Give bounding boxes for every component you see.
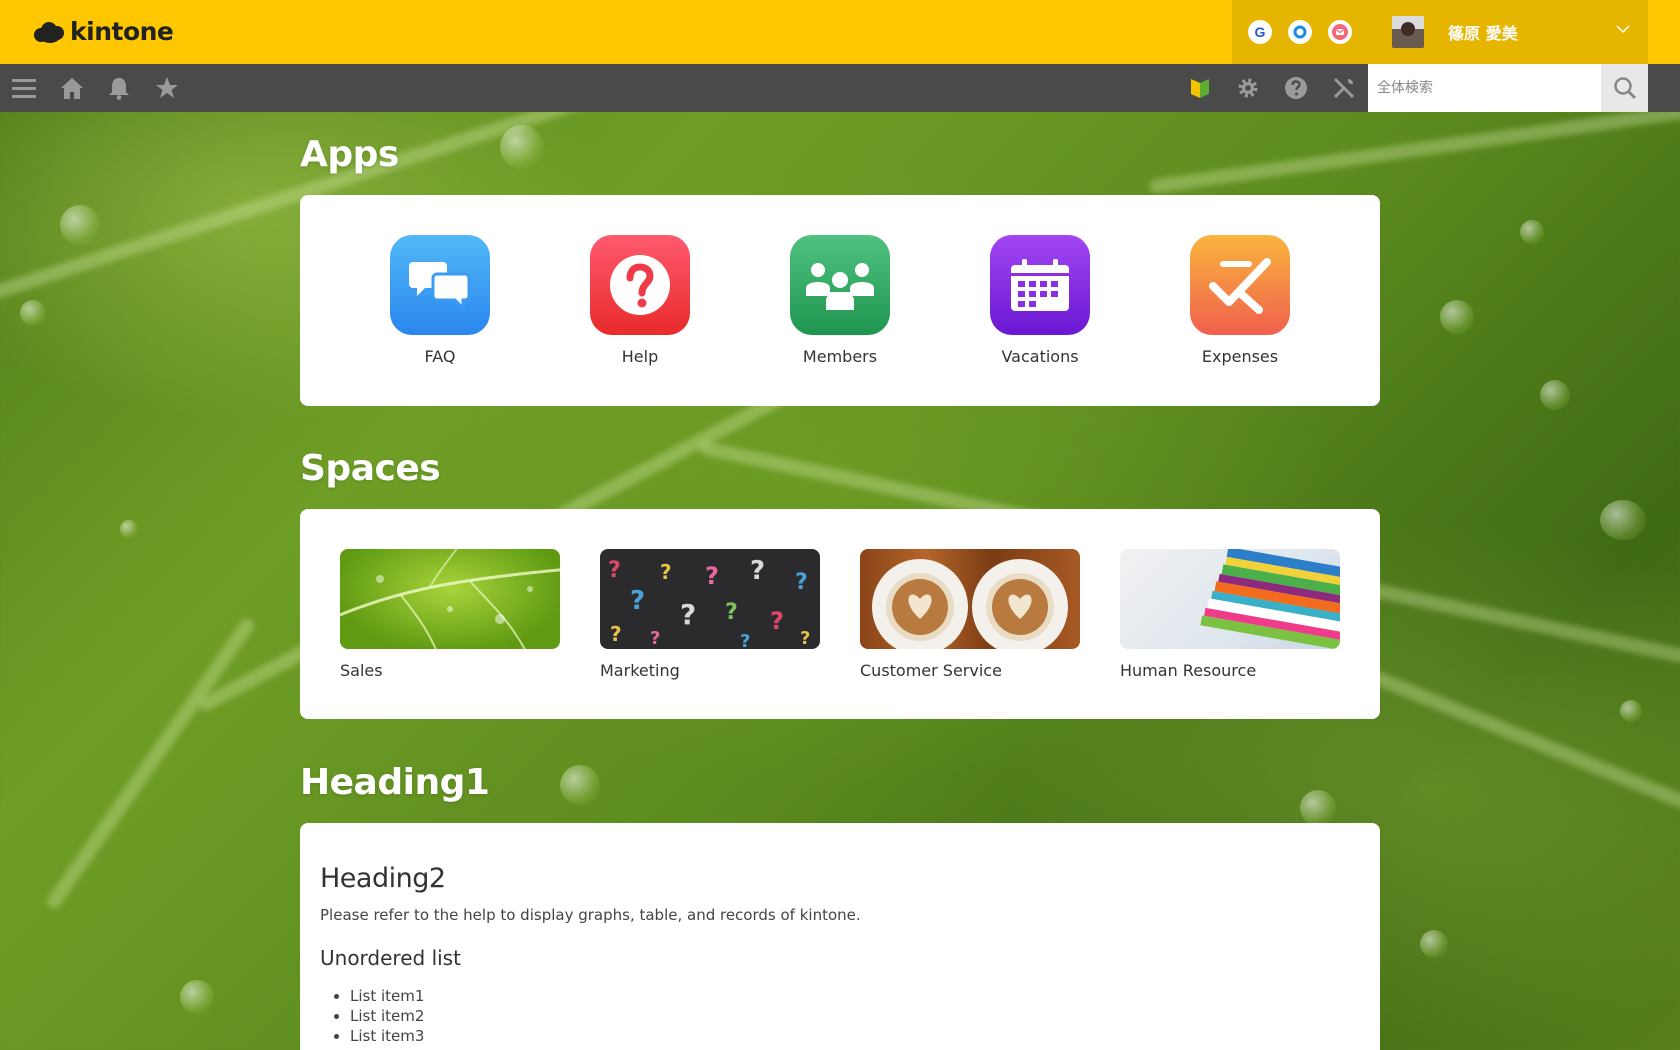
apps-panel: FAQ Help Members Vacations Expenses xyxy=(300,195,1380,406)
search-button[interactable] xyxy=(1601,64,1648,112)
outlook-service-icon[interactable] xyxy=(1288,20,1312,44)
spaces-section-title: Spaces xyxy=(300,448,441,489)
space-customer-service[interactable]: Customer Service xyxy=(860,549,1080,680)
google-service-icon[interactable]: G xyxy=(1248,20,1272,44)
svg-text:?: ? xyxy=(610,622,622,646)
avatar xyxy=(1392,16,1424,48)
space-human-resource[interactable]: Human Resource xyxy=(1120,549,1340,680)
app-help[interactable]: Help xyxy=(550,235,730,366)
question-icon xyxy=(590,235,690,335)
space-label: Customer Service xyxy=(860,661,1002,680)
user-menu[interactable]: 篠原 愛美 xyxy=(1368,0,1648,64)
global-search xyxy=(1368,64,1648,112)
app-label: Expenses xyxy=(1201,347,1279,366)
app-label: Members xyxy=(802,347,878,366)
list-item: List item2 xyxy=(350,1006,1360,1026)
hamburger-menu-icon[interactable] xyxy=(12,76,36,100)
google-glyph: G xyxy=(1254,24,1266,40)
question-marks-thumbnail: ????????????? xyxy=(600,549,820,649)
logo-text: kintone xyxy=(70,17,174,46)
app-label: FAQ xyxy=(424,347,456,366)
space-label: Marketing xyxy=(600,661,680,680)
help-question-icon[interactable] xyxy=(1284,76,1308,100)
heading2: Heading2 xyxy=(320,863,446,894)
space-label: Human Resource xyxy=(1120,661,1257,680)
list-heading: Unordered list xyxy=(320,946,461,970)
app-vacations[interactable]: Vacations xyxy=(950,235,1130,366)
svg-text:?: ? xyxy=(650,628,660,649)
description-text: Please refer to the help to display grap… xyxy=(320,906,861,924)
notification-bell-icon[interactable] xyxy=(107,76,131,100)
svg-text:?: ? xyxy=(750,556,765,586)
space-marketing[interactable]: ????????????? Marketing xyxy=(600,549,820,680)
search-icon xyxy=(1613,77,1636,100)
content-panel: Heading2 Please refer to the help to dis… xyxy=(300,823,1380,1050)
books-thumbnail xyxy=(1120,549,1340,649)
list-item: List item1 xyxy=(350,986,1360,1006)
app-expenses[interactable]: Expenses xyxy=(1150,235,1330,366)
admin-tools-icon[interactable] xyxy=(1332,76,1356,100)
service-links: G xyxy=(1232,0,1368,64)
svg-text:?: ? xyxy=(608,558,621,583)
leaf-thumbnail xyxy=(340,549,560,649)
chevron-down-icon[interactable] xyxy=(1616,22,1630,36)
svg-text:?: ? xyxy=(770,607,784,635)
svg-text:?: ? xyxy=(795,570,808,595)
svg-text:?: ? xyxy=(660,560,672,584)
app-faq[interactable]: FAQ xyxy=(350,235,530,366)
top-header: kintone G 篠原 愛美 xyxy=(0,0,1680,64)
people-icon xyxy=(790,235,890,335)
search-input[interactable] xyxy=(1368,64,1601,112)
beginner-guide-icon[interactable] xyxy=(1188,76,1212,100)
expense-check-icon xyxy=(1190,235,1290,335)
user-name: 篠原 愛美 xyxy=(1448,24,1518,43)
unordered-list: List item1 List item2 List item3 xyxy=(320,986,1360,1046)
svg-text:?: ? xyxy=(705,562,719,590)
list-item: List item3 xyxy=(350,1026,1360,1046)
svg-text:?: ? xyxy=(630,586,645,616)
heading1: Heading1 xyxy=(300,762,490,803)
logo-cloud-icon xyxy=(34,20,66,44)
kintone-logo[interactable]: kintone xyxy=(34,17,174,46)
apps-section-title: Apps xyxy=(300,134,399,175)
app-members[interactable]: Members xyxy=(750,235,930,366)
chat-bubbles-icon xyxy=(390,235,490,335)
home-icon[interactable] xyxy=(60,76,84,100)
svg-text:?: ? xyxy=(725,600,738,625)
svg-text:?: ? xyxy=(740,631,750,649)
space-sales[interactable]: Sales xyxy=(340,549,560,680)
space-label: Sales xyxy=(340,661,383,680)
favorites-star-icon[interactable] xyxy=(155,76,179,100)
settings-gear-icon[interactable] xyxy=(1236,76,1260,100)
svg-text:?: ? xyxy=(800,628,810,649)
spaces-panel: Sales ????????????? Marketing Customer S… xyxy=(300,509,1380,719)
app-label: Vacations xyxy=(1001,347,1079,366)
mail-service-icon[interactable] xyxy=(1328,20,1352,44)
coffee-thumbnail xyxy=(860,549,1080,649)
app-label: Help xyxy=(621,347,659,366)
svg-text:?: ? xyxy=(680,598,696,631)
calendar-icon xyxy=(990,235,1090,335)
